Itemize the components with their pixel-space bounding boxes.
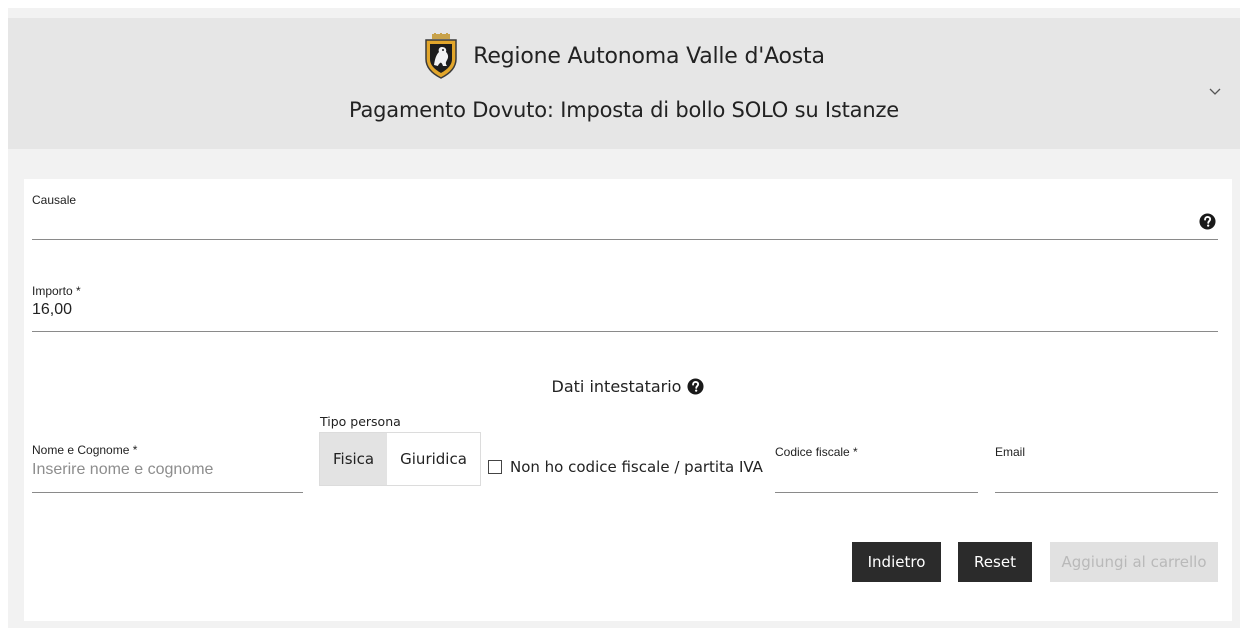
causale-field[interactable]: Causale — [32, 193, 1218, 240]
section-title: Dati intestatario — [551, 377, 682, 396]
importo-value: 16,00 — [32, 301, 73, 318]
nome-cognome-placeholder: Inserire nome e cognome — [32, 461, 214, 478]
help-icon[interactable] — [687, 378, 704, 395]
email-underline — [995, 492, 1218, 493]
causale-label: Causale — [32, 193, 77, 207]
brand: Regione Autonoma Valle d'Aosta — [8, 32, 1240, 80]
page-header: Regione Autonoma Valle d'Aosta Pagamento… — [8, 18, 1240, 149]
tipo-persona-toggle: Fisica Giuridica — [319, 432, 481, 486]
causale-underline — [32, 239, 1218, 240]
brand-name: Regione Autonoma Valle d'Aosta — [473, 43, 825, 69]
importo-underline — [32, 331, 1218, 332]
page-frame: Regione Autonoma Valle d'Aosta Pagamento… — [8, 8, 1240, 628]
region-crest-icon — [425, 33, 457, 79]
add-to-cart-button[interactable]: Aggiungi al carrello — [1050, 542, 1218, 582]
tipo-giuridica-option[interactable]: Giuridica — [387, 433, 480, 485]
page-title: Pagamento Dovuto: Imposta di bollo SOLO … — [348, 98, 899, 122]
importo-label: Importo * — [32, 284, 81, 298]
codice-fiscale-underline — [775, 492, 978, 493]
no-codice-fiscale-checkbox[interactable] — [488, 460, 502, 474]
codice-fiscale-label: Codice fiscale * — [775, 445, 858, 459]
no-codice-fiscale-label: Non ho codice fiscale / partita IVA — [510, 458, 763, 476]
codice-fiscale-field[interactable]: Codice fiscale * — [775, 445, 978, 493]
tipo-persona-label: Tipo persona — [320, 414, 401, 429]
importo-field[interactable]: Importo * 16,00 — [32, 284, 1218, 332]
dati-intestatario-heading: Dati intestatario — [24, 377, 1232, 396]
email-label: Email — [995, 445, 1026, 459]
back-button[interactable]: Indietro — [852, 542, 941, 582]
nome-cognome-field[interactable]: Nome e Cognome * Inserire nome e cognome — [32, 443, 303, 493]
payment-form-card: Causale Importo * 16,00 Dati intestatari… — [24, 179, 1232, 621]
reset-button[interactable]: Reset — [958, 542, 1032, 582]
chevron-down-icon[interactable] — [1208, 84, 1222, 98]
email-field[interactable]: Email — [995, 445, 1218, 493]
help-icon[interactable] — [1199, 213, 1216, 230]
nome-cognome-label: Nome e Cognome * — [32, 443, 138, 457]
nome-cognome-underline — [32, 492, 303, 493]
no-codice-fiscale-option[interactable]: Non ho codice fiscale / partita IVA — [488, 458, 763, 476]
tipo-fisica-option[interactable]: Fisica — [320, 433, 388, 485]
